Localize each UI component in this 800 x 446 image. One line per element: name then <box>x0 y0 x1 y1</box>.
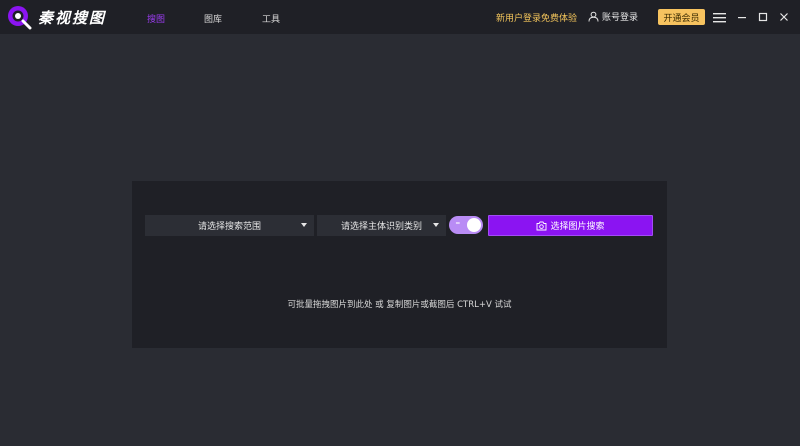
chevron-down-icon <box>301 223 307 227</box>
title-bar: 秦视搜图 搜图 图库 工具 新用户登录免费体验 账号登录 开通会员 <box>0 0 800 34</box>
search-mode-toggle[interactable]: ═ <box>449 216 483 234</box>
vip-button[interactable]: 开通会员 <box>658 9 705 25</box>
user-icon <box>588 11 599 22</box>
tab-tools[interactable]: 工具 <box>262 12 280 25</box>
app-name: 秦视搜图 <box>38 8 107 27</box>
minimize-icon[interactable] <box>735 9 749 25</box>
new-user-promo-link[interactable]: 新用户登录免费体验 <box>496 11 577 24</box>
login-label: 账号登录 <box>602 13 639 23</box>
search-scope-select[interactable]: 请选择搜索范围 <box>145 215 314 236</box>
chevron-down-icon <box>433 223 439 227</box>
maximize-icon[interactable] <box>756 9 770 25</box>
toggle-knob <box>467 218 481 232</box>
close-icon[interactable] <box>777 9 791 25</box>
tab-gallery[interactable]: 图库 <box>204 12 222 25</box>
select-image-search-button[interactable]: 选择图片搜索 <box>488 215 653 236</box>
app-logo: 秦视搜图 <box>6 4 106 30</box>
drop-zone-hint: 可批量拖拽图片到此处 或 复制图片或截图后 CTRL+V 试试 <box>287 300 512 310</box>
toggle-on-indicator: ═ <box>456 220 460 227</box>
select-image-search-label: 选择图片搜索 <box>550 222 605 232</box>
category-label: 请选择主体识别类别 <box>340 222 422 232</box>
search-scope-label: 请选择搜索范围 <box>197 222 261 232</box>
menu-icon[interactable] <box>712 9 726 25</box>
search-panel: 请选择搜索范围 请选择主体识别类别 ═ 选择图片搜索 可批量拖拽图片到此处 或 … <box>132 181 667 348</box>
category-select[interactable]: 请选择主体识别类别 <box>317 215 446 236</box>
camera-icon <box>537 221 547 230</box>
tab-search[interactable]: 搜图 <box>147 12 165 25</box>
login-button[interactable]: 账号登录 <box>588 10 638 23</box>
logo-icon <box>6 4 32 30</box>
